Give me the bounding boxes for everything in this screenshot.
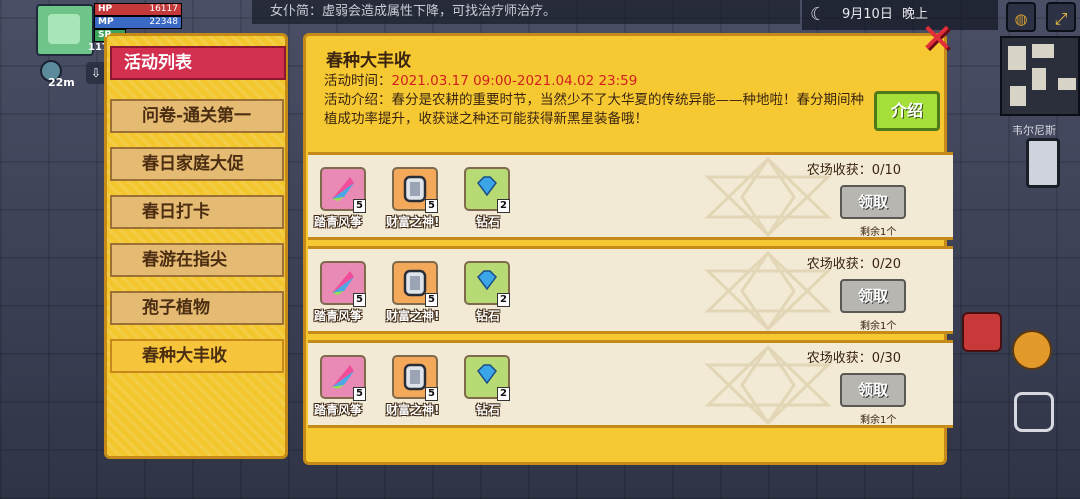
item-qty: 5 (425, 199, 438, 213)
event-description: 活动时间：2021.03.17 09:00-2021.04.02 23:59 活… (324, 72, 868, 146)
activity-sidebar: 活动列表 问卷-通关第一 春日家庭大促 春日打卡 春游在指尖 孢子植物 春种大丰… (104, 33, 288, 459)
buff-timer: 22m (48, 76, 75, 89)
reward-item-fortune[interactable]: 5 (392, 261, 438, 307)
reward-row: 5 踏青风筝 5 财富之神! 2 钻石 农场收获：0/30 领取 剩余1个 (308, 340, 953, 428)
reward-item-kite[interactable]: 5 (320, 261, 366, 307)
bag-icon[interactable] (1012, 330, 1052, 370)
mp-value: 22348 (149, 17, 178, 27)
moon-icon: ☾ (810, 4, 827, 25)
tab-spring-family-sale[interactable]: 春日家庭大促 (110, 147, 284, 181)
item-qty: 5 (425, 293, 438, 307)
hp-label: HP (98, 4, 113, 14)
mp-label: MP (98, 17, 114, 27)
item-name: 财富之神! (386, 403, 440, 417)
close-icon[interactable]: ✕ (918, 19, 956, 59)
item-name: 钻石 (476, 309, 501, 323)
minimap-location-label: 韦尔尼斯 (1012, 124, 1056, 137)
reward-row: 5 踏青风筝 5 财富之神! 2 钻石 农场收获：0/10 领取 剩余1个 (308, 152, 953, 240)
reward-item-diamond[interactable]: 2 (464, 355, 510, 401)
intro-label: 活动介绍： (324, 92, 392, 108)
item-qty: 5 (425, 387, 438, 401)
reward-item-diamond[interactable]: 2 (464, 261, 510, 307)
item-qty: 5 (353, 387, 366, 401)
player-face (48, 14, 80, 44)
item-name: 踏青风筝 (314, 215, 363, 229)
tab-survey[interactable]: 问卷-通关第一 (110, 99, 284, 133)
tab-spring-harvest[interactable]: 春种大丰收 (110, 339, 284, 373)
item-name: 财富之神! (386, 309, 440, 323)
tab-spring-outing[interactable]: 春游在指尖 (110, 243, 284, 277)
skill-icon-red[interactable] (962, 312, 1002, 352)
mp-bar: MP 22348 (94, 16, 182, 29)
item-qty: 5 (353, 293, 366, 307)
claim-button[interactable]: 领取 (840, 279, 906, 313)
claim-button[interactable]: 领取 (840, 185, 906, 219)
remaining-count: 剩余1个 (860, 321, 897, 332)
reward-item-fortune[interactable]: 5 (392, 167, 438, 213)
player-portrait[interactable] (36, 4, 94, 56)
claim-button[interactable]: 领取 (840, 373, 906, 407)
reward-item-fortune[interactable]: 5 (392, 355, 438, 401)
date-display: ☾ 9月10日 晚上 (802, 0, 998, 30)
item-name: 钻石 (476, 403, 501, 417)
intro-text: 春分是农耕的重要时节，当然少不了大华夏的传统异能——种地啦！春分期间种植成功率提… (324, 92, 864, 127)
item-qty: 5 (353, 199, 366, 213)
reward-row: 5 踏青风筝 5 财富之神! 2 钻石 农场收获：0/20 领取 剩余1个 (308, 246, 953, 334)
reward-item-diamond[interactable]: 2 (464, 167, 510, 213)
hp-value: 16117 (149, 4, 178, 14)
item-name: 财富之神! (386, 215, 440, 229)
system-ticker: 女仆简：虚弱会造成属性下降，可找治疗师治疗。 (252, 0, 800, 24)
remaining-count: 剩余1个 (860, 415, 897, 426)
hp-bar: HP 16117 (94, 3, 182, 16)
harvest-progress: 农场收获：0/10 (806, 163, 901, 178)
harvest-progress: 农场收获：0/20 (806, 257, 901, 272)
item-qty: 2 (497, 293, 510, 307)
download-icon[interactable]: ⇩ (86, 62, 106, 84)
sp-label: SP (98, 30, 112, 40)
harvest-progress: 农场收获：0/30 (806, 351, 901, 366)
item-name: 踏青风筝 (314, 309, 363, 323)
event-title: 春种大丰收 (326, 51, 411, 71)
tab-activity-list[interactable]: 活动列表 (110, 46, 286, 80)
item-qty: 2 (497, 387, 510, 401)
phone-icon[interactable] (1026, 138, 1060, 188)
item-name: 踏青风筝 (314, 403, 363, 417)
weapon-switch-icon[interactable] (1014, 392, 1054, 432)
tab-spring-checkin[interactable]: 春日打卡 (110, 195, 284, 229)
globe-icon[interactable]: ◍ (1006, 2, 1036, 32)
expand-icon[interactable]: ⤢ (1046, 2, 1076, 32)
tab-spore-plants[interactable]: 孢子植物 (110, 291, 284, 325)
intro-button[interactable]: 介绍 (874, 91, 940, 131)
event-panel: 春种大丰收 活动时间：2021.03.17 09:00-2021.04.02 2… (303, 33, 953, 465)
minimap[interactable] (1000, 36, 1080, 116)
reward-item-kite[interactable]: 5 (320, 355, 366, 401)
remaining-count: 剩余1个 (860, 227, 897, 238)
time-label: 活动时间： (324, 73, 392, 89)
time-value: 2021.03.17 09:00-2021.04.02 23:59 (391, 73, 638, 89)
date-text: 9月10日 (842, 7, 893, 22)
item-qty: 2 (497, 199, 510, 213)
item-name: 钻石 (476, 215, 501, 229)
reward-item-kite[interactable]: 5 (320, 167, 366, 213)
